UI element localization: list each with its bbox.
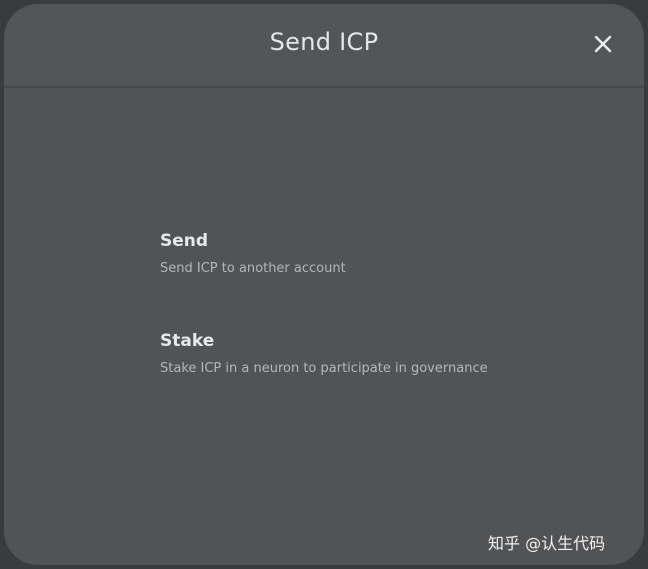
send-option-title: Send <box>160 231 209 251</box>
close-icon <box>594 35 612 53</box>
send-option[interactable]: Send Send ICP to another account <box>160 231 560 276</box>
watermark-text: 知乎 @认生代码 <box>488 534 606 553</box>
stake-option-title: Stake <box>160 331 215 351</box>
send-icp-modal: Send ICP Send Send ICP to another accoun… <box>4 4 644 565</box>
modal-header: Send ICP <box>4 4 644 88</box>
modal-title: Send ICP <box>269 28 379 56</box>
send-option-description: Send ICP to another account <box>160 261 346 276</box>
stake-option-description: Stake ICP in a neuron to participate in … <box>160 361 488 376</box>
close-button[interactable] <box>591 32 615 56</box>
stake-option[interactable]: Stake Stake ICP in a neuron to participa… <box>160 331 560 376</box>
